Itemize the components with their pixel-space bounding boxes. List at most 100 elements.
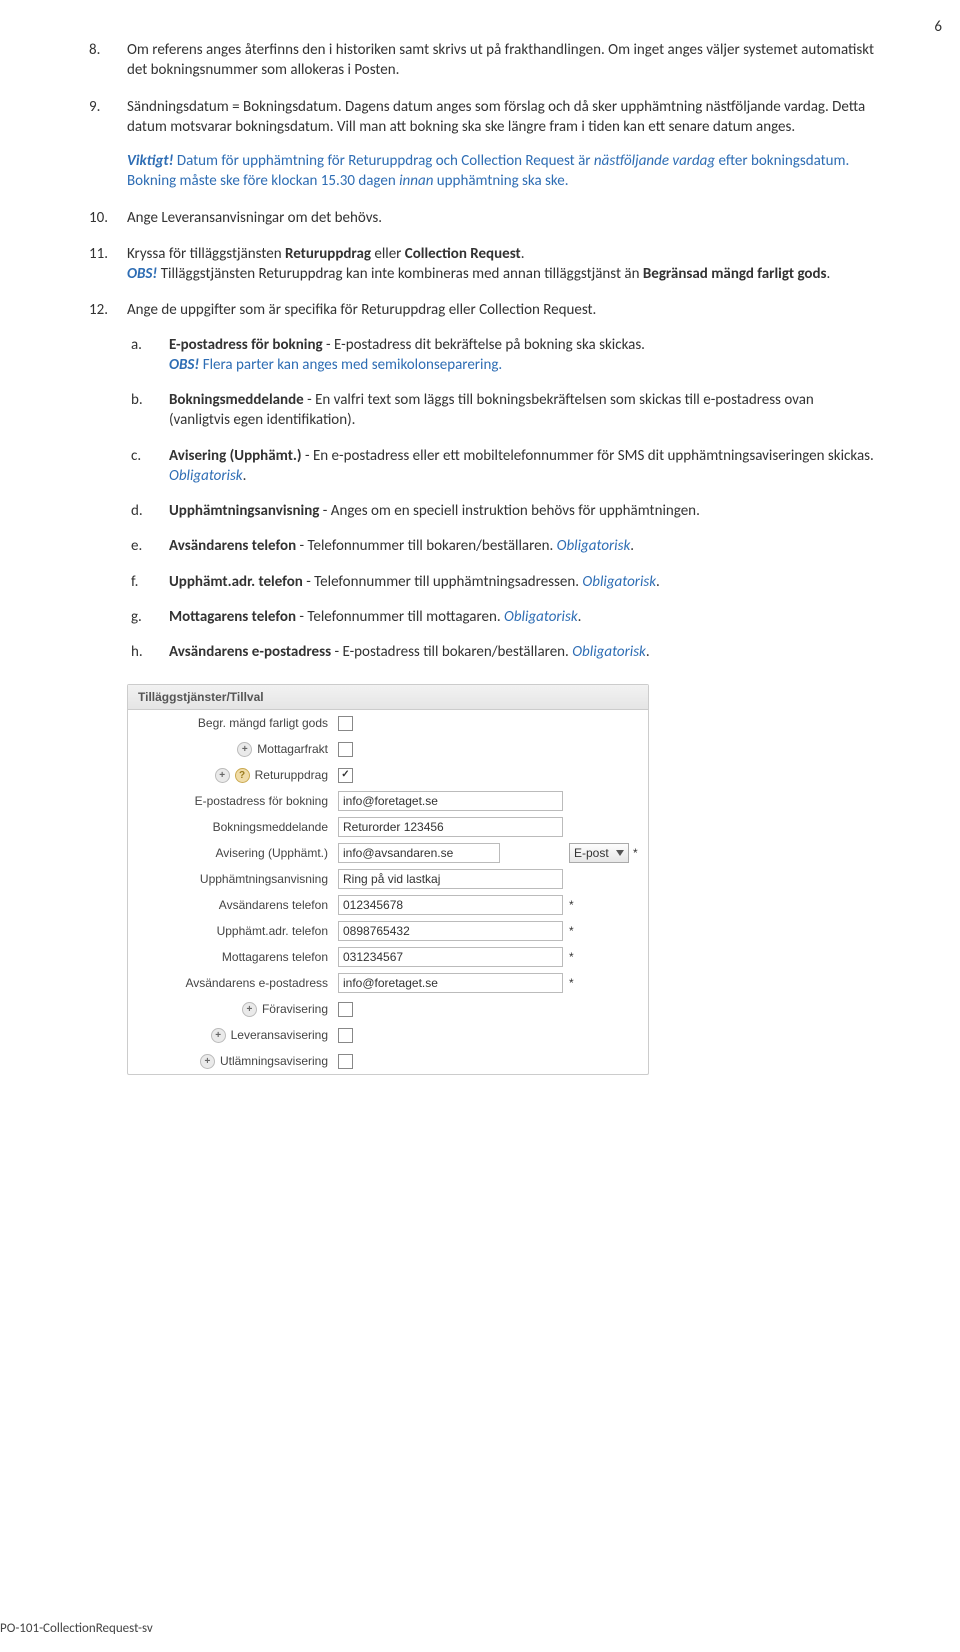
row-label: Upphämt.adr. telefon: [128, 924, 338, 938]
row-label: Utlämningsavisering: [220, 1054, 328, 1068]
row-mottagarfrakt: +Mottagarfrakt: [128, 736, 648, 762]
row-label: Begr. mängd farligt gods: [128, 716, 338, 730]
sub-text: - En e-postadress eller ett mobiltelefon…: [302, 447, 874, 465]
plus-icon[interactable]: +: [237, 742, 252, 757]
input-upphamt-adr-telefon[interactable]: 0898765432: [338, 921, 563, 941]
input-mottagarens-telefon[interactable]: 031234567: [338, 947, 563, 967]
checkbox-leveransavisering[interactable]: [338, 1028, 353, 1043]
obligatorisk-label: Obligatorisk: [557, 537, 631, 555]
input-avsandarens-telefon[interactable]: 012345678: [338, 895, 563, 915]
item-text: Om referens anges återfinns den i histor…: [127, 41, 874, 79]
sub-item-b: b. Bokningsmeddelande - En valfri text s…: [127, 390, 875, 431]
plus-icon[interactable]: +: [215, 768, 230, 783]
list-item-8: 8. Om referens anges återfinns den i his…: [85, 40, 875, 81]
row-label: Föravisering: [262, 1002, 328, 1016]
sub-bold: Upphämtningsanvisning: [169, 502, 319, 520]
row-bokningsmeddelande: Bokningsmeddelande Returorder 123456: [128, 814, 648, 840]
row-label: Leveransavisering: [231, 1028, 328, 1042]
row-mottagarens-telefon: Mottagarens telefon 031234567 *: [128, 944, 648, 970]
text-bold: Collection Request: [405, 245, 521, 263]
sub-item-a: a. E-postadress för bokning - E-postadre…: [127, 335, 875, 376]
checkbox-foravisering[interactable]: [338, 1002, 353, 1017]
row-upphamt-adr-telefon: Upphämt.adr. telefon 0898765432 *: [128, 918, 648, 944]
sub-item-e: e. Avsändarens telefon - Telefonnummer t…: [127, 536, 875, 556]
panel-header: Tilläggstjänster/Tillval: [128, 685, 648, 710]
row-avisering: Avisering (Upphämt.) info@avsandaren.se …: [128, 840, 648, 866]
sub-bold: Avsändarens telefon: [169, 537, 296, 555]
obligatorisk-label: Obligatorisk: [572, 643, 646, 661]
item-text: Ange de uppgifter som är specifika för R…: [127, 301, 596, 319]
input-upphamtningsanvisning[interactable]: Ring på vid lastkaj: [338, 869, 563, 889]
sub-bold: Upphämt.adr. telefon: [169, 573, 303, 591]
required-asterisk: *: [569, 950, 574, 964]
sub-letter: g.: [131, 607, 142, 627]
obs-label: OBS!: [127, 265, 157, 283]
sub-letter: a.: [131, 335, 142, 355]
checkbox-utlamningsavisering[interactable]: [338, 1054, 353, 1069]
row-label: E-postadress för bokning: [128, 794, 338, 808]
text-italic: innan: [399, 172, 433, 190]
row-begransad-mangd: Begr. mängd farligt gods: [128, 710, 648, 736]
dot: .: [646, 643, 650, 661]
sub-text2: Flera parter kan anges med semikolonsepa…: [199, 356, 502, 374]
input-bokningsmeddelande[interactable]: Returorder 123456: [338, 817, 563, 837]
text: Datum för upphämtning för: [173, 152, 348, 170]
sub-bold: Bokningsmeddelande: [169, 391, 304, 409]
required-asterisk: *: [569, 924, 574, 938]
sub-bold: Mottagarens telefon: [169, 608, 296, 626]
checkbox-mottagarfrakt[interactable]: [338, 742, 353, 757]
row-label: Bokningsmeddelande: [128, 820, 338, 834]
sub-letter: b.: [131, 390, 143, 410]
required-asterisk: *: [569, 898, 574, 912]
item-number: 9.: [89, 97, 100, 117]
sub-list: a. E-postadress för bokning - E-postadre…: [127, 335, 875, 663]
item-number: 10.: [89, 208, 108, 228]
required-asterisk: *: [633, 846, 638, 860]
checkbox-returuppdrag[interactable]: [338, 768, 353, 783]
text: Kryssa för tilläggstjänsten: [127, 245, 285, 263]
sub-item-c: c. Avisering (Upphämt.) - En e-postadres…: [127, 446, 875, 487]
dot: .: [630, 537, 634, 555]
sub-text: - Anges om en speciell instruktion behöv…: [319, 502, 699, 520]
dot: .: [656, 573, 660, 591]
select-avisering-type[interactable]: E-post: [569, 843, 629, 863]
text: .: [521, 245, 525, 263]
checkbox-begransad[interactable]: [338, 716, 353, 731]
row-label: Avisering (Upphämt.): [128, 846, 338, 860]
page-footer: PO-101-CollectionRequest-sv: [0, 1621, 153, 1636]
row-returuppdrag: +?Returuppdrag: [128, 762, 648, 788]
plus-icon[interactable]: +: [242, 1002, 257, 1017]
plus-icon[interactable]: +: [200, 1054, 215, 1069]
list-item-10: 10. Ange Leveransanvisningar om det behö…: [85, 208, 875, 228]
sub-bold: Avisering (Upphämt.): [169, 447, 302, 465]
list-item-12: 12. Ange de uppgifter som är specifika f…: [85, 300, 875, 662]
instruction-list: 8. Om referens anges återfinns den i his…: [85, 40, 875, 662]
sub-bold: E-postadress för bokning: [169, 336, 323, 354]
text-bold: Returuppdrag: [285, 245, 371, 263]
text: är: [575, 152, 594, 170]
sub-text: - Telefonnummer till mottagaren.: [296, 608, 504, 626]
text: eller: [371, 245, 405, 263]
row-label: Upphämtningsanvisning: [128, 872, 338, 886]
item-text: Sändningsdatum = Bokningsdatum. Dagens d…: [127, 98, 865, 136]
item-text: Ange Leveransanvisningar om det behövs.: [127, 209, 382, 227]
text: upphämtning ska ske.: [433, 172, 568, 190]
row-utlamningsavisering: + Utlämningsavisering: [128, 1048, 648, 1074]
help-icon[interactable]: ?: [235, 768, 250, 783]
sub-letter: e.: [131, 536, 142, 556]
row-upphamtningsanvisning: Upphämtningsanvisning Ring på vid lastka…: [128, 866, 648, 892]
sub-text: - Telefonnummer till upphämtningsadresse…: [303, 573, 583, 591]
row-epost-bokning: E-postadress för bokning info@foretaget.…: [128, 788, 648, 814]
text: Tilläggstjänsten Returuppdrag kan inte k…: [157, 265, 643, 283]
row-label: Mottagarens telefon: [128, 950, 338, 964]
sub-letter: f.: [131, 572, 138, 592]
text-italic: nästföljande vardag: [594, 152, 715, 170]
sub-letter: c.: [131, 446, 141, 466]
input-avsandarens-epost[interactable]: info@foretaget.se: [338, 973, 563, 993]
list-item-9: 9. Sändningsdatum = Bokningsdatum. Dagen…: [85, 97, 875, 192]
input-epost-bokning[interactable]: info@foretaget.se: [338, 791, 563, 811]
plus-icon[interactable]: +: [211, 1028, 226, 1043]
input-avisering[interactable]: info@avsandaren.se: [338, 843, 500, 863]
text: .: [827, 265, 831, 283]
dot: .: [243, 467, 247, 485]
